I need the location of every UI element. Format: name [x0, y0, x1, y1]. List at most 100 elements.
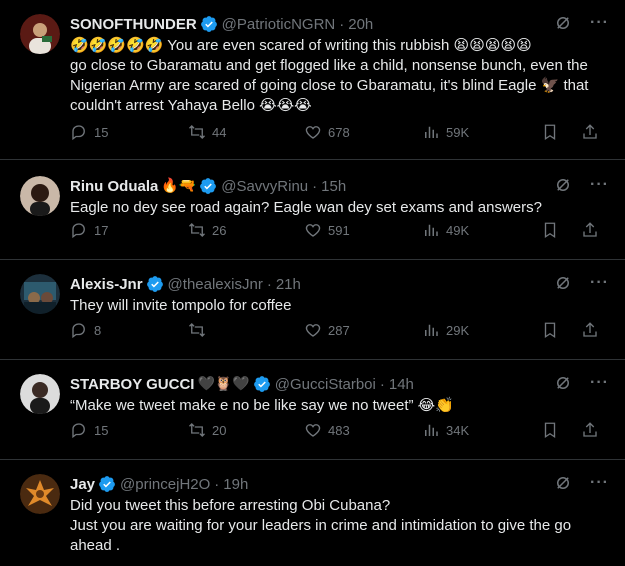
views-button[interactable]: 59K [422, 123, 469, 141]
separator-dot: · [266, 275, 272, 293]
timestamp[interactable]: 15h [321, 178, 346, 195]
display-name[interactable]: Rinu Oduala [70, 178, 158, 195]
reply-button[interactable]: 17 [70, 221, 108, 239]
display-name[interactable]: STARBOY GUCCI [70, 376, 194, 393]
tweet[interactable]: Jay @princejH2O · 19h ··· Did you tweet … [0, 460, 625, 566]
verified-badge-icon [253, 376, 270, 392]
avatar[interactable] [20, 474, 60, 514]
share-button[interactable] [581, 123, 599, 141]
display-name[interactable]: Alexis-Jnr [70, 276, 143, 293]
reply-count: 8 [94, 322, 102, 338]
timestamp[interactable]: 14h [389, 376, 414, 393]
reply-button[interactable]: 8 [70, 321, 101, 339]
grok-icon[interactable] [554, 474, 572, 492]
reply-count: 15 [94, 124, 109, 140]
reply-button[interactable]: 15 [70, 123, 108, 141]
more-options-icon[interactable]: ··· [590, 474, 609, 492]
like-count: 483 [328, 422, 350, 438]
retweet-icon [189, 423, 205, 437]
verified-badge-icon [146, 276, 163, 292]
like-button[interactable]: 678 [304, 123, 350, 141]
verified-badge-icon [99, 476, 115, 492]
grok-icon[interactable] [554, 274, 572, 292]
avatar[interactable] [20, 176, 60, 216]
reply-icon [72, 125, 85, 141]
more-options-icon[interactable]: ··· [590, 14, 609, 32]
tweet-text: They will invite tompolo for coffee [70, 297, 292, 314]
tweet[interactable]: Alexis-Jnr @thealexisJnr · 21h ··· They … [0, 260, 625, 360]
bookmark-button[interactable] [541, 221, 559, 239]
more-options-icon[interactable]: ··· [590, 374, 609, 392]
bookmark-button[interactable] [541, 321, 559, 339]
tweet-text: 🤣🤣🤣🤣🤣 You are even scared of writing thi… [70, 37, 589, 114]
heart-icon [305, 424, 321, 437]
like-button[interactable]: 591 [304, 221, 350, 239]
views-button[interactable]: 34K [422, 421, 469, 439]
bookmark-button[interactable] [541, 421, 559, 439]
more-options-icon[interactable]: ··· [590, 176, 609, 194]
avatar[interactable] [20, 14, 60, 54]
views-button[interactable]: 29K [422, 321, 469, 339]
tweet-text: Did you tweet this before arresting Obi … [70, 497, 572, 554]
share-button[interactable] [581, 421, 599, 439]
avatar[interactable] [20, 274, 60, 314]
name-emoji: 🖤🦉🖤 [197, 376, 250, 392]
heart-icon [305, 224, 321, 237]
view-count: 49K [446, 222, 470, 238]
share-icon [583, 124, 597, 139]
grok-icon[interactable] [554, 374, 572, 392]
bookmark-icon [544, 322, 556, 339]
retweet-icon [189, 323, 205, 337]
grok-icon[interactable] [554, 14, 572, 32]
like-count: 591 [328, 222, 350, 238]
bookmark-icon [544, 222, 556, 239]
handle[interactable]: @princejH2O [120, 476, 210, 493]
handle[interactable]: @thealexisJnr [168, 276, 263, 293]
verified-badge-icon [200, 16, 217, 32]
separator-dot: · [339, 15, 345, 33]
bookmark-icon [544, 124, 556, 141]
bookmark-icon [544, 422, 556, 439]
reply-feed: SONOFTHUNDER @PatrioticNGRN · 20h ··· 🤣🤣… [0, 0, 625, 566]
handle[interactable]: @SavvyRinu [221, 178, 308, 195]
reply-icon [72, 423, 85, 439]
retweet-button[interactable]: 20 [188, 421, 226, 439]
timestamp[interactable]: 20h [348, 16, 373, 33]
share-icon [583, 222, 597, 237]
timestamp[interactable]: 21h [276, 276, 301, 293]
reply-icon [72, 323, 85, 339]
retweet-button[interactable]: 44 [188, 123, 226, 141]
views-chart-icon [425, 126, 438, 138]
tweet[interactable]: SONOFTHUNDER @PatrioticNGRN · 20h ··· 🤣🤣… [0, 0, 625, 160]
retweet-button[interactable] [188, 321, 212, 339]
display-name[interactable]: Jay [70, 476, 95, 493]
handle[interactable]: @PatrioticNGRN [222, 16, 336, 33]
verified-badge-icon [200, 178, 217, 194]
timestamp[interactable]: 19h [223, 476, 248, 493]
more-options-icon[interactable]: ··· [590, 274, 609, 292]
view-count: 34K [446, 422, 470, 438]
tweet-text: “Make we tweet make e no be like say we … [70, 397, 454, 414]
grok-icon[interactable] [554, 176, 572, 194]
tweet[interactable]: STARBOY GUCCI 🖤🦉🖤 @GucciStarboi · 14h ··… [0, 360, 625, 460]
share-button[interactable] [581, 221, 599, 239]
name-emoji: 🔥🔫 [161, 178, 197, 194]
tweet[interactable]: Rinu Oduala 🔥🔫 @SavvyRinu · 15h ··· Eagl… [0, 160, 625, 260]
views-chart-icon [425, 424, 438, 436]
reply-count: 15 [94, 422, 109, 438]
like-button[interactable]: 483 [304, 421, 350, 439]
views-chart-icon [425, 224, 438, 236]
tweet-text: Eagle no dey see road again? Eagle wan d… [70, 199, 542, 216]
share-button[interactable] [581, 321, 599, 339]
retweet-button[interactable]: 26 [188, 221, 226, 239]
display-name[interactable]: SONOFTHUNDER [70, 16, 197, 33]
reply-button[interactable]: 15 [70, 421, 108, 439]
views-chart-icon [425, 324, 438, 336]
avatar[interactable] [20, 374, 60, 414]
separator-dot: · [214, 475, 220, 493]
handle[interactable]: @GucciStarboi [275, 376, 376, 393]
retweet-count: 44 [212, 124, 227, 140]
bookmark-button[interactable] [541, 123, 559, 141]
like-button[interactable]: 287 [304, 321, 350, 339]
views-button[interactable]: 49K [422, 221, 469, 239]
